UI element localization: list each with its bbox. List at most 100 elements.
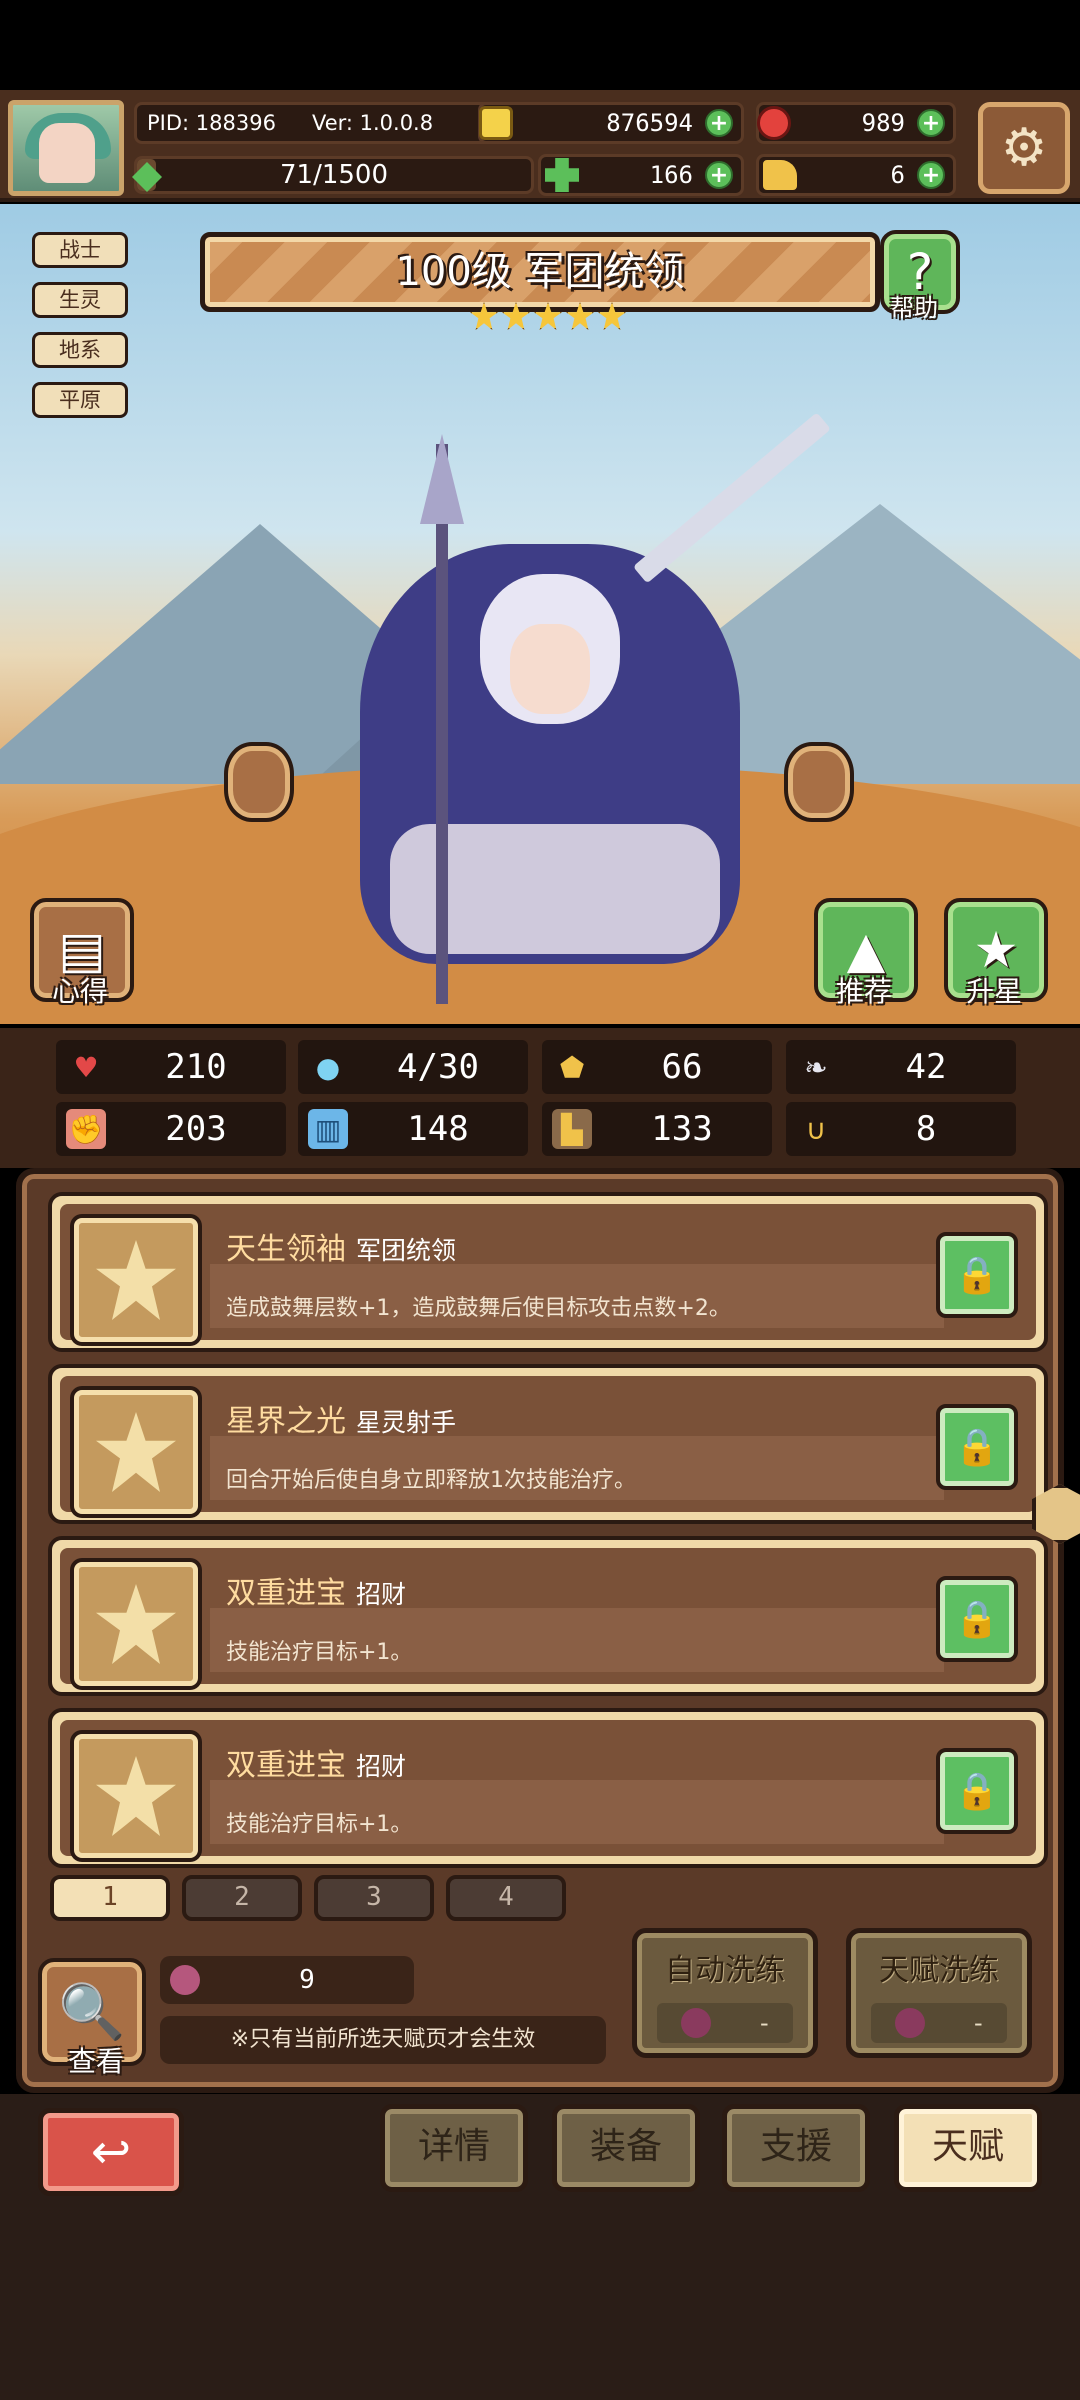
talent-page-tab-3[interactable]: 3 xyxy=(314,1875,434,1921)
red-gem-icon xyxy=(757,106,791,140)
add-gold-button[interactable]: + xyxy=(705,109,733,137)
talent-page-tab-2[interactable]: 2 xyxy=(182,1875,302,1921)
stat-luck-value: 8 xyxy=(915,1109,937,1149)
talent-slot-3[interactable]: 双重进宝 招财 技能治疗目标+1。 🔒 xyxy=(48,1536,1048,1696)
hero-star-rating xyxy=(470,302,626,330)
back-button[interactable]: ↩ xyxy=(38,2108,184,2196)
talent-slot-body: 双重进宝 招财 技能治疗目标+1。 🔒 xyxy=(60,1548,1036,1686)
game-version: Ver: 1.0.0.8 xyxy=(311,111,434,135)
status-bar xyxy=(0,0,1080,90)
stat-steps-value: 133 xyxy=(651,1109,713,1149)
talent-page-tab-4[interactable]: 4 xyxy=(446,1875,566,1921)
clover-counter: 166 + xyxy=(538,154,744,196)
berry-icon xyxy=(170,1965,200,1995)
auto-reset-cost-value: - xyxy=(759,2009,769,2037)
magnifier-icon: 🔍 xyxy=(58,1980,126,2043)
talent-name: 双重进宝 xyxy=(226,1748,346,1783)
exp-value: 71/1500 xyxy=(279,160,388,190)
tag-terrain[interactable]: 平原 xyxy=(32,382,128,418)
spear-tip xyxy=(420,434,464,524)
talent-name: 双重进宝 xyxy=(226,1576,346,1611)
gold-coin-icon xyxy=(479,106,513,140)
star-shape xyxy=(96,1584,176,1664)
talent-reset-cost-value: - xyxy=(973,2009,983,2037)
player-avatar[interactable] xyxy=(8,100,124,196)
lock-icon[interactable]: 🔒 xyxy=(936,1232,1018,1318)
lock-icon[interactable]: 🔒 xyxy=(936,1576,1018,1662)
water-drop-icon: ● xyxy=(315,1050,341,1084)
horn-icon xyxy=(763,160,797,190)
lock-icon[interactable]: 🔒 xyxy=(936,1748,1018,1834)
hero-stats: ♥ 210 ● 4/30 ⬟ 66 ❧ 42 ✊ 203 ▥ 148 ▙ 133… xyxy=(0,1028,1080,1168)
tag-class[interactable]: 战士 xyxy=(32,232,128,268)
stat-attack-value: 203 xyxy=(165,1109,227,1149)
talent-desc: 技能治疗目标+1。 xyxy=(226,1812,413,1837)
talent-slot-4[interactable]: 双重进宝 招财 技能治疗目标+1。 🔒 xyxy=(48,1708,1048,1868)
talent-name: 天生领袖 xyxy=(226,1232,346,1267)
stat-armor-value: 66 xyxy=(661,1047,703,1087)
berry-icon xyxy=(895,2008,926,2038)
hero-face xyxy=(510,624,590,714)
settings-gear-icon[interactable]: ⚙ xyxy=(978,102,1070,194)
stat-speed: ❧ 42 xyxy=(786,1040,1016,1094)
talent-slot-body: 天生领袖 军团统领 造成鼓舞层数+1，造成鼓舞后使目标攻击点数+2。 🔒 xyxy=(60,1204,1036,1342)
talent-slot-1[interactable]: 天生领袖 军团统领 造成鼓舞层数+1，造成鼓舞后使目标攻击点数+2。 🔒 xyxy=(48,1192,1048,1352)
tag-race[interactable]: 生灵 xyxy=(32,282,128,318)
lock-icon[interactable]: 🔒 xyxy=(936,1404,1018,1490)
player-id: PID: 188396 xyxy=(147,111,276,135)
talent-title: 星界之光 星灵射手 xyxy=(226,1396,456,1440)
spear xyxy=(436,444,448,1004)
tag-element[interactable]: 地系 xyxy=(32,332,128,368)
add-horn-button[interactable]: + xyxy=(917,161,945,189)
talent-slot-body: 双重进宝 招财 技能治疗目标+1。 🔒 xyxy=(60,1720,1036,1858)
talent-slot-2[interactable]: 星界之光 星灵射手 回合开始后使自身立即释放1次技能治疗。 🔒 xyxy=(48,1364,1048,1524)
nav-equip[interactable]: 装备 xyxy=(552,2104,700,2192)
auto-reset-label: 自动洗练 xyxy=(665,1953,785,1988)
rating-star-icon xyxy=(566,302,594,330)
rating-star-icon xyxy=(598,302,626,330)
reset-item-count: 9 xyxy=(299,1965,315,1995)
talent-reset-button[interactable]: 天赋洗练 - xyxy=(846,1928,1032,2058)
talent-title: 天生领袖 军团统领 xyxy=(226,1224,456,1268)
talent-desc: 回合开始后使自身立即释放1次技能治疗。 xyxy=(226,1468,636,1493)
talent-reset-cost: - xyxy=(871,2003,1007,2043)
shield-icon: ⬟ xyxy=(559,1050,585,1084)
next-hero-button[interactable] xyxy=(784,742,854,822)
rating-star-icon xyxy=(534,302,562,330)
gem-value: 989 xyxy=(861,109,905,137)
nav-details[interactable]: 详情 xyxy=(380,2104,528,2192)
stat-attack: ✊ 203 xyxy=(56,1102,286,1156)
talent-source: 军团统领 xyxy=(356,1236,457,1265)
stat-armor: ⬟ 66 xyxy=(542,1040,772,1094)
add-gem-button[interactable]: + xyxy=(917,109,945,137)
look-label: 查看 xyxy=(68,2045,125,2078)
stat-hp-value: 210 xyxy=(165,1047,227,1087)
prev-hero-button[interactable] xyxy=(224,742,294,822)
stat-hp: ♥ 210 xyxy=(56,1040,286,1094)
auto-reset-cost: - xyxy=(657,2003,793,2043)
talent-star-icon xyxy=(74,1390,198,1514)
auto-reset-button[interactable]: 自动洗练 - xyxy=(632,1928,818,2058)
hero-title: 100级 军团统领 xyxy=(395,249,685,295)
stat-luck: ∪ 8 xyxy=(786,1102,1016,1156)
exp-bar: 71/1500 xyxy=(134,156,534,194)
talent-page-tab-1[interactable]: 1 xyxy=(50,1875,170,1921)
talent-desc: 技能治疗目标+1。 xyxy=(226,1640,413,1665)
talent-star-icon xyxy=(74,1218,198,1342)
top-resource-bar: PID: 188396 Ver: 1.0.0.8 876594 + 989 + … xyxy=(0,90,1080,202)
nav-support[interactable]: 支援 xyxy=(722,2104,870,2192)
boot-icon: ▙ xyxy=(552,1109,592,1149)
talent-name: 星界之光 xyxy=(226,1404,346,1439)
star-up-label: 升星 xyxy=(966,975,1023,1008)
heart-icon: ♥ xyxy=(73,1050,99,1084)
clover-value: 166 xyxy=(649,161,693,189)
talent-title: 双重进宝 招财 xyxy=(226,1568,406,1612)
stat-magic: ▥ 148 xyxy=(298,1102,528,1156)
nav-talent[interactable]: 天赋 xyxy=(894,2104,1042,2192)
fist-icon: ✊ xyxy=(66,1109,106,1149)
add-clover-button[interactable]: + xyxy=(705,161,733,189)
stat-magic-value: 148 xyxy=(407,1109,469,1149)
gem-counter: 989 + xyxy=(756,102,956,144)
talent-reset-label: 天赋洗练 xyxy=(879,1953,999,1988)
recommend-label: 推荐 xyxy=(836,975,893,1008)
